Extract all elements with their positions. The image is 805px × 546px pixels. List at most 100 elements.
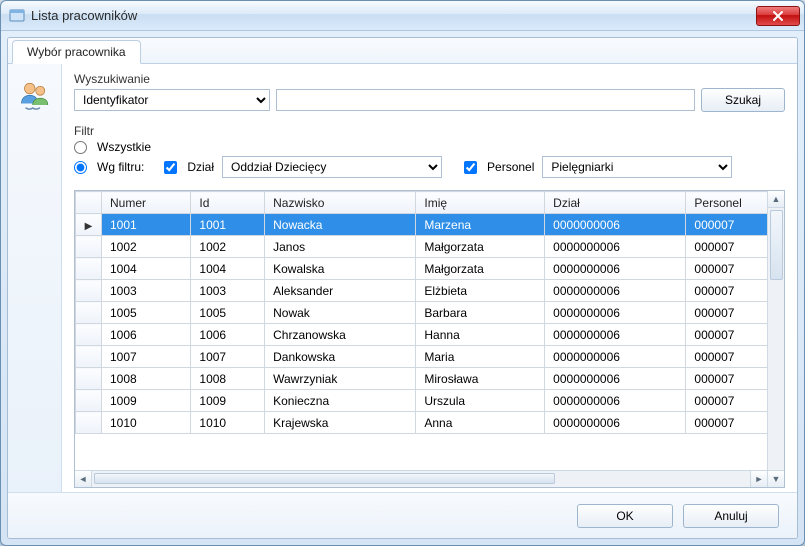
col-id[interactable]: Id [191, 192, 265, 214]
app-icon [9, 8, 25, 24]
cell-numer: 1003 [102, 280, 191, 302]
cell-numer: 1008 [102, 368, 191, 390]
titlebar: Lista pracowników [1, 1, 804, 31]
col-personel[interactable]: Personel [686, 192, 767, 214]
table-row[interactable]: 10031003AleksanderElżbieta00000000060000… [76, 280, 768, 302]
cell-numer: 1001 [102, 214, 191, 236]
cell-dzial: 0000000006 [545, 302, 686, 324]
table-row[interactable]: 10061006ChrzanowskaHanna0000000006000007 [76, 324, 768, 346]
cell-id: 1008 [191, 368, 265, 390]
hscroll-thumb[interactable] [94, 473, 555, 484]
cell-numer: 1006 [102, 324, 191, 346]
col-dzial[interactable]: Dział [545, 192, 686, 214]
cell-dzial: 0000000006 [545, 368, 686, 390]
cancel-button[interactable]: Anuluj [683, 504, 779, 528]
cell-id: 1001 [191, 214, 265, 236]
cell-imie: Małgorzata [416, 258, 545, 280]
table-row[interactable]: 10101010KrajewskaAnna0000000006000007 [76, 412, 768, 434]
scroll-up-icon[interactable]: ▲ [768, 191, 784, 208]
footer: OK Anuluj [8, 492, 797, 538]
cell-id: 1002 [191, 236, 265, 258]
row-indicator [76, 324, 102, 346]
vscroll-thumb[interactable] [770, 210, 783, 280]
table-row[interactable]: 10071007DankowskaMaria0000000006000007 [76, 346, 768, 368]
cell-nazwisko: Nowacka [265, 214, 416, 236]
tab-wybor-pracownika[interactable]: Wybór pracownika [12, 40, 141, 64]
cell-imie: Marzena [416, 214, 545, 236]
cell-nazwisko: Kowalska [265, 258, 416, 280]
scroll-down-icon[interactable]: ▼ [768, 470, 784, 487]
tabbar: Wybór pracownika [8, 38, 797, 64]
cell-personel: 000007 [686, 302, 767, 324]
cell-personel: 000007 [686, 390, 767, 412]
personel-select[interactable]: Pielęgniarki [542, 156, 732, 178]
vertical-scrollbar[interactable]: ▲ ▼ [767, 191, 784, 487]
row-indicator [76, 236, 102, 258]
scroll-left-icon[interactable]: ◄ [75, 471, 92, 487]
personel-checkbox-label: Personel [487, 160, 534, 174]
cell-nazwisko: Janos [265, 236, 416, 258]
client-area: Wybór pracownika Wyszukiwanie [7, 37, 798, 539]
table-row[interactable]: 10011001NowackaMarzena0000000006000007 [76, 214, 768, 236]
cell-dzial: 0000000006 [545, 236, 686, 258]
cell-numer: 1002 [102, 236, 191, 258]
cell-imie: Mirosława [416, 368, 545, 390]
cell-personel: 000007 [686, 236, 767, 258]
cell-id: 1006 [191, 324, 265, 346]
cell-id: 1010 [191, 412, 265, 434]
cell-nazwisko: Nowak [265, 302, 416, 324]
sidebar [8, 64, 62, 492]
row-indicator [76, 302, 102, 324]
table-row[interactable]: 10081008WawrzyniakMirosława0000000006000… [76, 368, 768, 390]
cell-dzial: 0000000006 [545, 324, 686, 346]
col-numer[interactable]: Numer [102, 192, 191, 214]
ok-button[interactable]: OK [577, 504, 673, 528]
cell-imie: Maria [416, 346, 545, 368]
cell-personel: 000007 [686, 324, 767, 346]
row-indicator [76, 280, 102, 302]
col-nazwisko[interactable]: Nazwisko [265, 192, 416, 214]
cell-imie: Elżbieta [416, 280, 545, 302]
scroll-right-icon[interactable]: ► [750, 471, 767, 487]
cell-dzial: 0000000006 [545, 214, 686, 236]
dzial-select[interactable]: Oddział Dziecięcy [222, 156, 442, 178]
search-field-select[interactable]: Identyfikator [74, 89, 270, 111]
employees-table: Numer Id Nazwisko Imię Dział Personel 10… [75, 191, 767, 434]
row-indicator [76, 214, 102, 236]
horizontal-scrollbar[interactable]: ◄ ► [75, 470, 767, 487]
row-indicator [76, 258, 102, 280]
cell-numer: 1009 [102, 390, 191, 412]
filter-all-radio[interactable] [74, 141, 87, 154]
cell-id: 1009 [191, 390, 265, 412]
cell-imie: Hanna [416, 324, 545, 346]
search-input[interactable] [276, 89, 695, 111]
table-row[interactable]: 10051005NowakBarbara0000000006000007 [76, 302, 768, 324]
cell-id: 1004 [191, 258, 265, 280]
employees-table-container: Numer Id Nazwisko Imię Dział Personel 10… [74, 190, 785, 488]
row-indicator [76, 390, 102, 412]
window-title: Lista pracowników [31, 8, 756, 23]
dzial-checkbox-label: Dział [187, 160, 214, 174]
close-button[interactable] [756, 6, 800, 26]
filter-all-label: Wszystkie [97, 140, 151, 154]
table-row[interactable]: 10021002JanosMałgorzata0000000006000007 [76, 236, 768, 258]
cell-dzial: 0000000006 [545, 258, 686, 280]
dzial-checkbox[interactable] [164, 161, 177, 174]
personel-checkbox[interactable] [464, 161, 477, 174]
cell-personel: 000007 [686, 214, 767, 236]
table-row[interactable]: 10091009KoniecznaUrszula0000000006000007 [76, 390, 768, 412]
table-row[interactable]: 10041004KowalskaMałgorzata00000000060000… [76, 258, 768, 280]
cell-nazwisko: Konieczna [265, 390, 416, 412]
filter-by-radio[interactable] [74, 161, 87, 174]
search-group-label: Wyszukiwanie [74, 72, 785, 86]
col-imie[interactable]: Imię [416, 192, 545, 214]
cell-personel: 000007 [686, 280, 767, 302]
cell-id: 1003 [191, 280, 265, 302]
cell-imie: Anna [416, 412, 545, 434]
filter-group-label: Filtr [74, 124, 785, 138]
cell-numer: 1005 [102, 302, 191, 324]
cell-personel: 000007 [686, 412, 767, 434]
employees-table-scroll[interactable]: Numer Id Nazwisko Imię Dział Personel 10… [75, 191, 767, 470]
search-button[interactable]: Szukaj [701, 88, 785, 112]
cell-numer: 1007 [102, 346, 191, 368]
